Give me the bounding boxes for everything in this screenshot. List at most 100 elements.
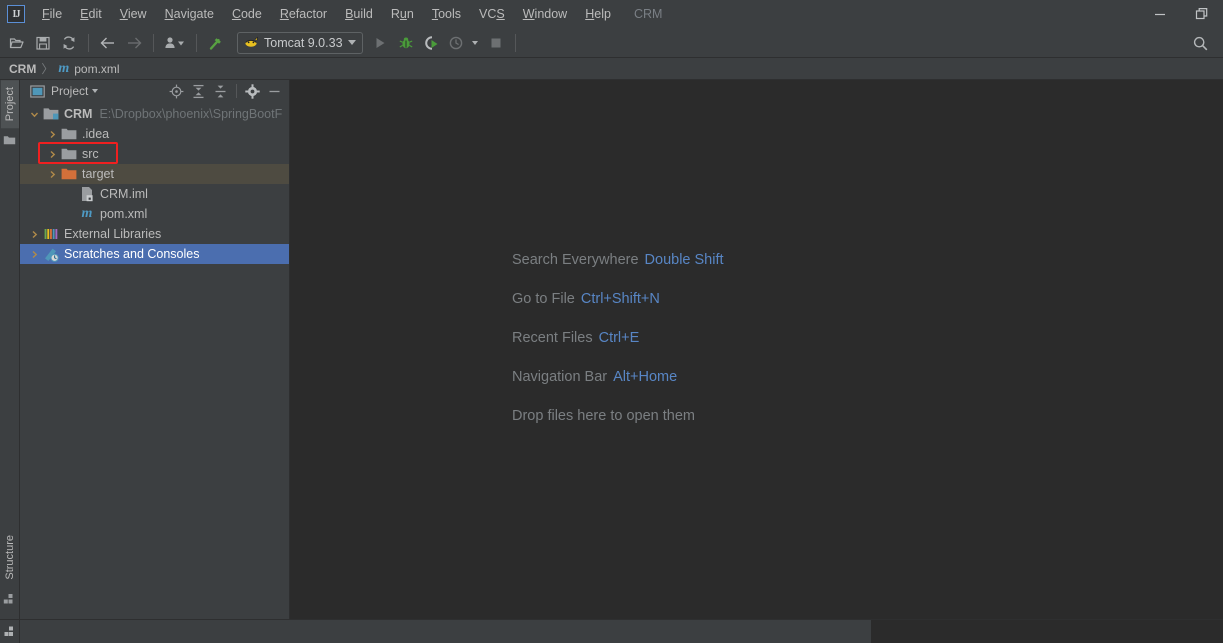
navigate-forward-button[interactable] bbox=[121, 30, 147, 56]
chevron-down-icon bbox=[471, 40, 478, 45]
stop-icon bbox=[491, 38, 501, 47]
menu-bar: IJ File Edit View Navigate Code Refactor… bbox=[0, 0, 1223, 28]
tree-node-label: pom.xml bbox=[100, 207, 148, 221]
rail-tab-structure[interactable]: Structure bbox=[1, 528, 19, 587]
status-bar bbox=[0, 619, 1223, 643]
folder-orange-icon bbox=[61, 166, 77, 182]
gear-icon bbox=[245, 83, 260, 99]
run-configuration-selector[interactable]: Tomcat 9.0.33 bbox=[237, 31, 363, 54]
tree-arrow-none bbox=[65, 209, 76, 220]
breadcrumb-separator-icon: 〉 bbox=[41, 62, 54, 76]
window-project-title: CRM bbox=[633, 7, 663, 21]
tree-node-label: Scratches and Consoles bbox=[64, 247, 200, 261]
tree-node-idea[interactable]: .idea bbox=[20, 124, 289, 144]
menu-code[interactable]: Code bbox=[223, 3, 271, 25]
tree-node-crm-iml[interactable]: CRM.iml bbox=[20, 184, 289, 204]
menu-file[interactable]: File bbox=[33, 3, 71, 25]
menu-run[interactable]: Run bbox=[382, 3, 423, 25]
project-tool-window: Project CRM E:\Dropbox\phoenix\SpringBoo… bbox=[20, 80, 290, 619]
rail-folder-icon[interactable] bbox=[3, 128, 16, 156]
expand-all-button[interactable] bbox=[188, 81, 209, 101]
tree-node-target[interactable]: target bbox=[20, 164, 289, 184]
chevron-down-icon[interactable] bbox=[29, 109, 40, 120]
project-panel-header: Project bbox=[20, 80, 289, 102]
editor-hint-shortcut: Ctrl+E bbox=[598, 330, 640, 346]
menu-edit[interactable]: Edit bbox=[71, 3, 111, 25]
rail-tab-project[interactable]: Project bbox=[0, 80, 19, 129]
menu-help[interactable]: Help bbox=[576, 3, 620, 25]
scratches-icon bbox=[43, 246, 59, 262]
restore-icon bbox=[1195, 8, 1208, 20]
chevron-right-icon[interactable] bbox=[47, 129, 58, 140]
navigate-back-button[interactable] bbox=[95, 30, 121, 56]
minimize-icon bbox=[1155, 13, 1165, 16]
minimize-icon bbox=[269, 90, 280, 92]
breadcrumb-root[interactable]: CRM bbox=[9, 62, 36, 76]
menu-view[interactable]: View bbox=[111, 3, 156, 25]
rail-tab-structure-label: Structure bbox=[3, 535, 16, 580]
profiler-dropdown[interactable] bbox=[467, 30, 483, 56]
tree-node-src[interactable]: src bbox=[20, 144, 289, 164]
expand-all-icon bbox=[193, 84, 204, 98]
chevron-right-icon[interactable] bbox=[47, 169, 58, 180]
hide-panel-button[interactable] bbox=[264, 81, 285, 101]
editor-hint: Go to File Ctrl+Shift+N bbox=[512, 291, 724, 307]
project-window-icon bbox=[30, 84, 45, 98]
save-all-button[interactable] bbox=[30, 30, 56, 56]
locate-icon bbox=[169, 84, 184, 98]
minimize-button[interactable] bbox=[1139, 0, 1181, 28]
project-panel-title: Project bbox=[51, 84, 89, 98]
build-project-button[interactable] bbox=[203, 30, 229, 56]
tree-node-pom-xml[interactable]: m pom.xml bbox=[20, 204, 289, 224]
search-icon bbox=[1193, 36, 1207, 50]
menu-navigate[interactable]: Navigate bbox=[156, 3, 223, 25]
libraries-icon bbox=[43, 226, 59, 242]
search-everywhere-button[interactable] bbox=[1185, 28, 1215, 58]
status-bar-toggle-button[interactable] bbox=[0, 619, 20, 643]
debug-button[interactable] bbox=[393, 30, 419, 56]
menu-window[interactable]: Window bbox=[514, 3, 576, 25]
profiler-button[interactable] bbox=[445, 30, 467, 56]
windows-grid-icon bbox=[4, 626, 13, 636]
open-folder-button[interactable] bbox=[4, 30, 30, 56]
tree-node-label: External Libraries bbox=[64, 227, 162, 241]
menu-refactor[interactable]: Refactor bbox=[271, 3, 336, 25]
run-icon bbox=[376, 37, 385, 48]
main-toolbar: Tomcat 9.0.33 bbox=[0, 28, 1223, 58]
collapse-all-button[interactable] bbox=[210, 81, 231, 101]
stop-button[interactable] bbox=[483, 30, 509, 56]
project-tree[interactable]: CRM E:\Dropbox\phoenix\SpringBootF .idea sr… bbox=[20, 102, 289, 619]
tree-arrow-none bbox=[65, 189, 76, 200]
locate-file-button[interactable] bbox=[166, 81, 187, 101]
sync-icon bbox=[63, 35, 75, 50]
debug-bug-icon bbox=[399, 37, 413, 48]
user-profile-button[interactable] bbox=[160, 30, 190, 56]
editor-hint-shortcut: Ctrl+Shift+N bbox=[580, 291, 660, 307]
run-button[interactable] bbox=[367, 30, 393, 56]
rail-structure-icon[interactable] bbox=[3, 587, 16, 615]
restore-button[interactable] bbox=[1181, 0, 1223, 28]
run-with-coverage-button[interactable] bbox=[419, 30, 445, 56]
synchronize-button[interactable] bbox=[56, 30, 82, 56]
arrow-left-icon bbox=[100, 37, 114, 48]
editor-area[interactable]: Search Everywhere Double Shift Go to File C… bbox=[290, 80, 1223, 619]
chevron-right-icon[interactable] bbox=[29, 249, 40, 260]
editor-hint-action: Navigation Bar bbox=[512, 369, 608, 385]
project-settings-button[interactable] bbox=[242, 81, 263, 101]
menu-build[interactable]: Build bbox=[336, 3, 382, 25]
chevron-down-icon bbox=[347, 40, 356, 45]
menu-tools[interactable]: Tools bbox=[423, 3, 470, 25]
tree-node-crm[interactable]: CRM E:\Dropbox\phoenix\SpringBootF bbox=[20, 104, 289, 124]
menu-vcs[interactable]: VCS bbox=[470, 3, 514, 25]
tree-node-scratches-and-consoles[interactable]: Scratches and Consoles bbox=[20, 244, 289, 264]
editor-hint-shortcut: Double Shift bbox=[644, 252, 724, 268]
breadcrumb-file[interactable]: pom.xml bbox=[74, 62, 119, 76]
maven-file-icon: m bbox=[58, 60, 70, 76]
tree-node-label: .idea bbox=[82, 127, 110, 141]
tree-node-external-libraries[interactable]: External Libraries bbox=[20, 224, 289, 244]
intellij-idea-logo: IJ bbox=[7, 5, 25, 23]
chevron-down-icon[interactable] bbox=[92, 89, 99, 93]
chevron-right-icon[interactable] bbox=[29, 229, 40, 240]
folder-icon bbox=[61, 146, 77, 162]
chevron-right-icon[interactable] bbox=[47, 149, 58, 160]
